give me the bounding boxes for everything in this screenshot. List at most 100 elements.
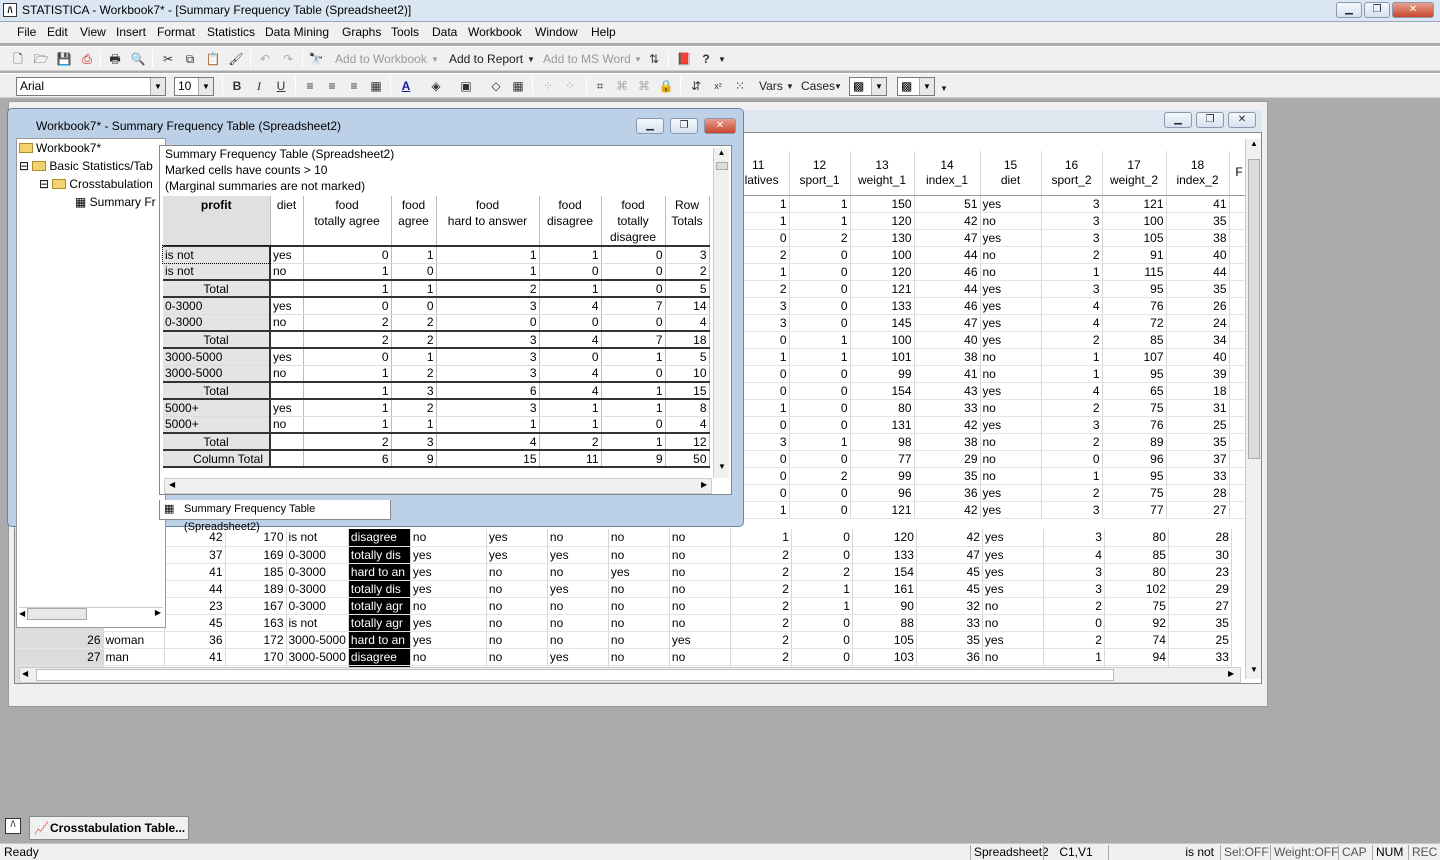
sheet-cell[interactable]: 72 bbox=[1102, 314, 1167, 332]
freq-cell[interactable]: 4 bbox=[539, 330, 602, 349]
freq-row-profit[interactable]: 5000+ bbox=[163, 399, 271, 417]
sheet-cell[interactable]: 51 bbox=[914, 195, 981, 213]
sheet-cell[interactable]: 3 bbox=[1041, 229, 1103, 247]
marking-icon[interactable]: ◇ bbox=[488, 78, 504, 94]
sheet-cell[interactable]: 65 bbox=[1102, 382, 1167, 400]
sheet-cell[interactable]: 102 bbox=[1104, 580, 1169, 598]
menu-data-mining[interactable]: Data Mining bbox=[265, 25, 329, 39]
sheet-cell[interactable]: no bbox=[980, 348, 1042, 366]
sheet-cell[interactable]: 92 bbox=[1104, 614, 1169, 632]
sheet-cell[interactable]: 3 bbox=[1041, 416, 1103, 434]
font-combo[interactable]: Arial ▼ bbox=[16, 77, 166, 96]
sheet-cell[interactable]: yes bbox=[982, 631, 1044, 649]
align-right-icon[interactable]: ≡ bbox=[346, 78, 362, 94]
sheet-cell[interactable]: 100 bbox=[850, 331, 915, 349]
sheet-cell[interactable]: 154 bbox=[850, 382, 915, 400]
freq-cell[interactable]: 0 bbox=[539, 348, 602, 366]
sheet-cell[interactable]: 2 bbox=[1041, 399, 1103, 417]
sheet-col-header[interactable]: 12 sport_1 bbox=[789, 151, 851, 196]
freq-cell[interactable]: 1 bbox=[391, 348, 437, 366]
pdf-icon[interactable]: ⎙ bbox=[79, 51, 95, 67]
freq-cell[interactable]: 6 bbox=[303, 449, 392, 468]
fill-color-icon[interactable]: ◈ bbox=[428, 78, 444, 94]
sheet-cell[interactable]: no bbox=[669, 648, 731, 666]
sheet-cell[interactable]: 121 bbox=[850, 280, 915, 298]
freq-cell[interactable]: 15 bbox=[665, 381, 710, 400]
sheet-cell[interactable]: 42 bbox=[914, 212, 981, 230]
sheet-col-header[interactable]: 18 index_2 bbox=[1166, 151, 1230, 196]
font-color-icon[interactable]: A bbox=[398, 78, 414, 94]
freq-cell[interactable]: 0 bbox=[303, 246, 392, 264]
cases-menu-button[interactable]: Cases bbox=[801, 79, 835, 93]
add-to-report-button[interactable]: Add to Report bbox=[449, 52, 523, 66]
scroll-down-icon[interactable]: ▼ bbox=[714, 462, 730, 471]
chevron-down-icon[interactable]: ▼ bbox=[634, 55, 642, 64]
freq-cell[interactable]: 1 bbox=[539, 246, 602, 264]
freq-cell[interactable]: 3 bbox=[391, 432, 437, 451]
chevron-down-icon[interactable]: ▼ bbox=[786, 82, 794, 91]
sheet-cell[interactable]: 2 bbox=[1041, 331, 1103, 349]
sheet-cell[interactable]: 101 bbox=[850, 348, 915, 366]
sheet-cell[interactable]: no bbox=[669, 563, 731, 581]
sheet-cell[interactable]: 100 bbox=[850, 246, 915, 264]
sheet-cell[interactable]: 4 bbox=[1041, 382, 1103, 400]
freq-cell[interactable]: 10 bbox=[665, 365, 710, 383]
freq-cell[interactable]: 12 bbox=[665, 432, 710, 451]
freq-cell[interactable]: 4 bbox=[539, 365, 602, 383]
menu-help[interactable]: Help bbox=[591, 25, 616, 39]
sheet-cell[interactable]: 75 bbox=[1102, 399, 1167, 417]
sheet-cell[interactable]: 34 bbox=[1166, 331, 1230, 349]
sheet-cell[interactable]: 25 bbox=[1166, 416, 1230, 434]
sheet-cell[interactable]: no bbox=[547, 597, 609, 615]
sheet-cell[interactable]: 0 bbox=[789, 450, 851, 468]
sheet-cell[interactable]: 3000-5000 bbox=[286, 631, 349, 649]
sheet-cell[interactable]: totally dis bbox=[348, 546, 411, 564]
sheet-cell[interactable]: no bbox=[669, 529, 731, 547]
sheet-cell[interactable]: no bbox=[980, 212, 1042, 230]
sheet-cell[interactable]: 2 bbox=[730, 563, 792, 581]
sheet-cell[interactable]: 1 bbox=[789, 212, 851, 230]
sheet-cell[interactable]: no bbox=[980, 399, 1042, 417]
menu-tools[interactable]: Tools bbox=[391, 25, 419, 39]
sheet-cell[interactable]: no bbox=[410, 597, 487, 615]
sheet-cell[interactable]: 33 bbox=[914, 399, 981, 417]
sheet-cell[interactable]: no bbox=[608, 648, 670, 666]
sheet-cell[interactable]: 31 bbox=[1166, 399, 1230, 417]
sheet-cell[interactable]: 2 bbox=[1043, 597, 1105, 615]
sheet-cell[interactable]: 170 bbox=[225, 648, 287, 666]
undo-icon[interactable]: ↶ bbox=[257, 51, 273, 67]
sheet-cell[interactable]: 46 bbox=[914, 263, 981, 281]
freq-row-diet[interactable]: yes bbox=[270, 348, 304, 366]
sheet-cell[interactable]: 29 bbox=[1168, 580, 1232, 598]
sheet-cell[interactable]: yes bbox=[980, 501, 1042, 519]
paste-icon[interactable]: 📋 bbox=[205, 51, 221, 67]
sheet-cell[interactable]: 0-3000 bbox=[286, 563, 349, 581]
sheet-col-header[interactable]: 14 index_1 bbox=[914, 151, 981, 196]
minimize-button[interactable]: ▁ bbox=[636, 118, 664, 134]
sheet-cell[interactable]: is not bbox=[286, 614, 349, 632]
sheet-cell[interactable]: 75 bbox=[1102, 484, 1167, 502]
freq-cell[interactable]: 0 bbox=[391, 263, 437, 281]
sheet-cell[interactable]: yes bbox=[410, 631, 487, 649]
sheet-cell[interactable]: 1 bbox=[791, 580, 853, 598]
sheet-cell[interactable]: 25 bbox=[1168, 631, 1232, 649]
freq-cell[interactable]: 6 bbox=[436, 381, 540, 400]
sheet-cell[interactable]: no bbox=[608, 614, 670, 632]
sheet-cell[interactable]: 76 bbox=[1102, 416, 1167, 434]
sheet-cell[interactable]: 121 bbox=[1102, 195, 1167, 213]
sheet-cell[interactable]: 89 bbox=[1102, 433, 1167, 451]
sheet-cell[interactable]: 99 bbox=[850, 467, 915, 485]
redo-icon[interactable]: ↷ bbox=[280, 51, 296, 67]
sheet-cell[interactable]: yes bbox=[608, 563, 670, 581]
pattern-combo-2[interactable]: ▩ ▼ bbox=[897, 77, 935, 96]
freq-cell[interactable]: 4 bbox=[436, 432, 540, 451]
sheet-cell[interactable]: 1 bbox=[1043, 648, 1105, 666]
sheet-cell[interactable]: 1 bbox=[730, 529, 792, 547]
sheet-cell[interactable]: 0 bbox=[789, 501, 851, 519]
sheet-cell[interactable]: 88 bbox=[852, 614, 917, 632]
freq-col-header[interactable]: food hard to answer bbox=[436, 196, 540, 247]
sheet-cell[interactable]: 169 bbox=[225, 546, 287, 564]
menu-data[interactable]: Data bbox=[432, 25, 457, 39]
sheet-cell[interactable]: 0-3000 bbox=[286, 546, 349, 564]
sheet-cell[interactable]: 0 bbox=[789, 263, 851, 281]
